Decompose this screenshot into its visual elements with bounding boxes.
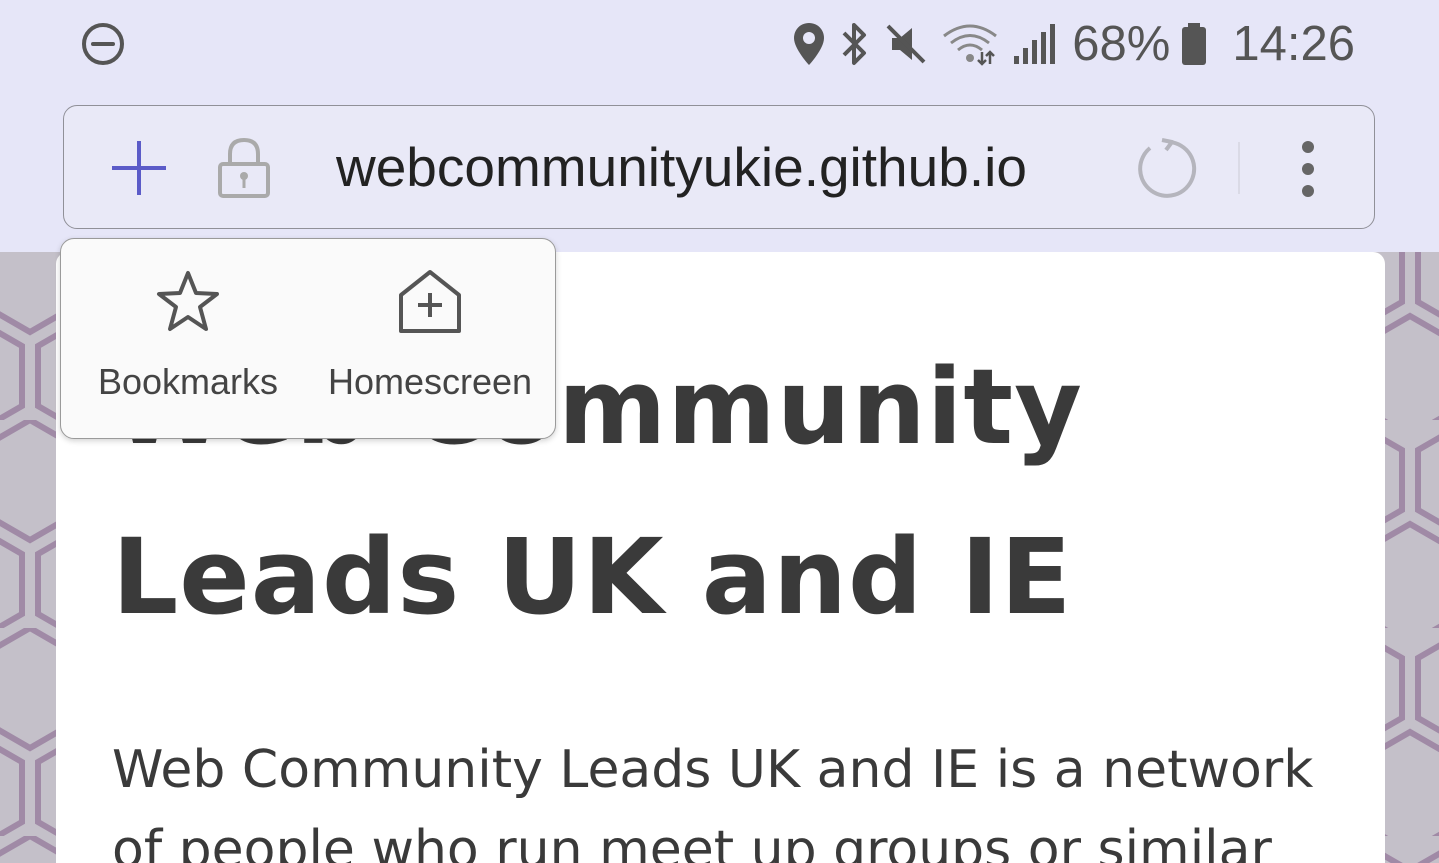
toolbar-divider	[1238, 142, 1240, 194]
homescreen-label: Homescreen	[327, 361, 533, 402]
add-to-bookmarks-button[interactable]: Bookmarks	[83, 269, 293, 419]
bluetooth-icon	[842, 23, 867, 65]
mute-icon	[886, 24, 926, 64]
signal-icon	[1014, 24, 1056, 64]
intro-paragraph: Web Community Leads UK and IE is a netwo…	[112, 740, 1314, 863]
reload-icon[interactable]	[1134, 136, 1198, 200]
plus-icon[interactable]	[110, 139, 168, 197]
bookmarks-label: Bookmarks	[97, 361, 279, 402]
add-to-homescreen-button[interactable]: Homescreen	[319, 269, 541, 419]
clock: 14:26	[1232, 17, 1355, 71]
address-bar[interactable]: webcommunityukie.github.io	[63, 105, 1375, 229]
url-field[interactable]: webcommunityukie.github.io	[336, 132, 1071, 202]
do-not-disturb-icon	[82, 23, 124, 65]
wifi-icon	[943, 24, 998, 66]
star-icon	[157, 271, 219, 331]
battery-percent: 68%	[1072, 17, 1171, 71]
battery-icon	[1182, 23, 1207, 65]
status-bar: 68% 14:26	[0, 0, 1439, 90]
status-indicators: 68% 14:26	[792, 14, 1355, 74]
more-vertical-icon[interactable]	[1284, 140, 1332, 198]
add-home-icon	[399, 270, 461, 333]
lock-icon	[218, 137, 270, 198]
location-icon	[794, 23, 825, 65]
add-to-popup: Bookmarks Homescreen	[60, 238, 556, 439]
